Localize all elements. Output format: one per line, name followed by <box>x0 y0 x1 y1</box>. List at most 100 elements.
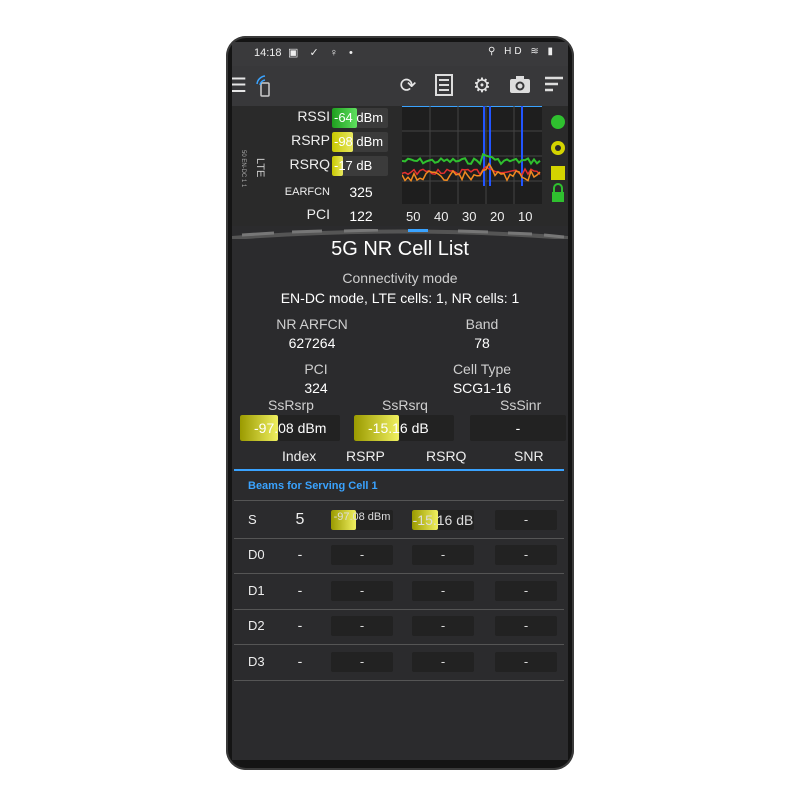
measurement-value-text: 325 <box>349 184 373 200</box>
beam-snr-box: - <box>495 510 557 530</box>
beam-snr-box: - <box>495 616 557 636</box>
beam-rsrq-box: -15.16 dB <box>412 510 474 530</box>
header-snr: SNR <box>514 448 544 464</box>
beam-rsrq-box: - <box>412 616 474 636</box>
beam-rsrp-text: - <box>359 583 365 598</box>
settings-icon[interactable]: ⚙ <box>470 74 494 98</box>
menu-icon[interactable]: ☰ <box>232 74 250 98</box>
measurement-value-text: 122 <box>349 208 373 224</box>
ss-value-text: -15.16 dB <box>368 420 429 436</box>
header-index: Index <box>282 448 317 464</box>
side-indicator-icons <box>548 106 568 226</box>
beam-rsrq-text: - <box>440 654 446 669</box>
beam-rsrp-box: - <box>331 545 393 565</box>
beam-rsrq-box: - <box>412 652 474 672</box>
beam-snr-text: - <box>523 618 529 633</box>
beam-index: - <box>297 653 303 669</box>
measurement-row: RSSI -64 dBm <box>232 108 392 128</box>
measurement-value: -17 dB <box>332 156 388 176</box>
beam-row-divider <box>234 644 564 645</box>
measurement-label: RSSI <box>297 108 330 124</box>
beam-rsrp-box: -97.08 dBm <box>331 510 393 530</box>
measurement-value-text: -64 dBm <box>334 110 384 125</box>
beam-index: - <box>297 546 303 562</box>
measurement-row: PCI 122 <box>232 206 392 226</box>
beam-rsrq-box: - <box>412 545 474 565</box>
beam-rsrq-box: - <box>412 581 474 601</box>
measurement-row: EARFCN 325 <box>232 182 392 202</box>
beam-snr-text: - <box>523 547 529 562</box>
status-time: 14:18 <box>254 47 282 59</box>
beam-row-label: D0 <box>248 547 265 562</box>
ss-value-text: - <box>515 420 521 436</box>
beam-snr-text: - <box>523 512 529 527</box>
pci-value: 324 <box>304 380 328 396</box>
beam-row-label: D3 <box>248 654 265 669</box>
beam-rsrp-text: - <box>359 654 365 669</box>
beam-row-label: S <box>248 512 257 527</box>
cell-type-label: Cell Type <box>452 361 512 377</box>
beam-snr-text: - <box>523 654 529 669</box>
ss-value-box: -97.08 dBm <box>240 415 340 441</box>
app-toolbar: ☰ ⟳ ⚙ <box>232 66 568 106</box>
beam-row-label: D2 <box>248 618 265 633</box>
status-bar: 14:18 ▣ ✓ ♀ • ⚲ HD ≋ ▮ <box>232 42 568 66</box>
beam-index: - <box>297 582 303 598</box>
ss-label: SsSinr <box>500 397 542 413</box>
measurement-label: PCI <box>306 206 330 222</box>
beam-rsrq-text: - <box>440 583 446 598</box>
beam-row-divider <box>234 538 564 539</box>
app-screen: 14:18 ▣ ✓ ♀ • ⚲ HD ≋ ▮ ☰ ⟳ ⚙ LTE 50 EN-D… <box>232 42 568 760</box>
log-icon[interactable] <box>432 74 456 98</box>
measurement-label: RSRP <box>291 132 330 148</box>
band-label: Band <box>465 316 499 332</box>
measurement-row: RSRQ -17 dB <box>232 156 392 176</box>
measurement-value: 325 <box>332 182 388 202</box>
cell-type-value: SCG1-16 <box>452 380 512 396</box>
ss-label: SsRsrq <box>382 397 428 413</box>
page-title: 5G NR Cell List <box>331 238 469 260</box>
camera-icon[interactable] <box>508 74 532 98</box>
beam-index: 5 <box>295 511 305 528</box>
lte-measurement-panel: LTE 50 EN-DC 1 1 RSSI -64 dBm RSRP -98 dBm R… <box>232 105 568 226</box>
beam-snr-box: - <box>495 545 557 565</box>
signal-phone-icon[interactable] <box>252 74 276 98</box>
measurement-value: -98 dBm <box>332 132 388 152</box>
measurement-label: RSRQ <box>289 156 330 172</box>
header-divider <box>234 469 564 471</box>
measurement-value-text: -17 dB <box>334 158 373 173</box>
beam-snr-box: - <box>495 581 557 601</box>
header-rsrp: RSRP <box>346 448 385 464</box>
beam-snr-text: - <box>523 583 529 598</box>
connectivity-label: Connectivity mode <box>342 270 458 286</box>
pci-label: PCI <box>304 361 328 377</box>
beam-row-divider <box>234 609 564 610</box>
measurement-value: 122 <box>332 206 388 226</box>
beam-snr-box: - <box>495 652 557 672</box>
header-rsrq: RSRQ <box>426 448 467 464</box>
beam-rsrp-text: - <box>359 547 365 562</box>
beams-divider <box>234 500 564 501</box>
beam-rsrp-box: - <box>331 616 393 636</box>
status-system-icons: ⚲ HD ≋ ▮ <box>488 46 556 57</box>
measurement-row: RSRP -98 dBm <box>232 132 392 152</box>
beam-rsrp-text: -97.08 dBm <box>333 511 391 523</box>
beam-rsrp-box: - <box>331 581 393 601</box>
beam-row-label: D1 <box>248 583 265 598</box>
status-notification-icons: ▣ ✓ ♀ • <box>288 47 357 59</box>
graph-axis-label: 40 <box>434 209 449 224</box>
connectivity-value: EN-DC mode, LTE cells: 1, NR cells: 1 <box>280 290 520 306</box>
beam-row-divider <box>234 680 564 681</box>
band-value: 78 <box>474 335 490 351</box>
beam-rsrp-text: - <box>359 618 365 633</box>
graph-axis-label: 10 <box>518 209 533 224</box>
ss-label: SsRsrp <box>268 397 314 413</box>
ss-value-text: -97.08 dBm <box>254 420 327 436</box>
beam-rsrq-text: -15.16 dB <box>412 512 474 528</box>
ss-value-box: -15.16 dB <box>354 415 454 441</box>
sort-icon[interactable] <box>542 74 566 98</box>
refresh-icon[interactable]: ⟳ <box>396 74 420 98</box>
nr-arfcn-value: 627264 <box>288 335 336 351</box>
beam-index: - <box>297 617 303 633</box>
signal-graph <box>401 105 542 204</box>
